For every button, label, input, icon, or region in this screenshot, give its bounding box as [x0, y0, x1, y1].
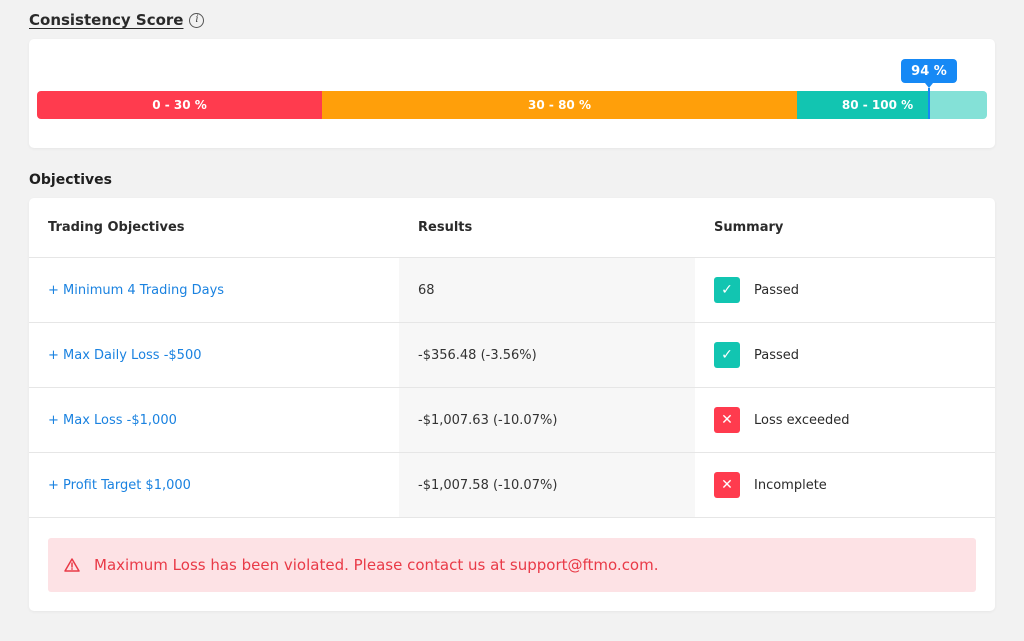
objective-link[interactable]: + Minimum 4 Trading Days [48, 283, 224, 298]
summary-text: Loss exceeded [754, 412, 850, 428]
info-icon[interactable]: i [189, 12, 205, 28]
objective-link[interactable]: + Profit Target $1,000 [48, 478, 191, 493]
check-icon: ✓ [714, 342, 740, 368]
consistency-score-bar: 0 - 30 % 30 - 80 % 80 - 100 % [37, 91, 987, 119]
result-value: 68 [418, 282, 435, 298]
result-value: -$356.48 (-3.56%) [418, 347, 537, 363]
segment-low-label: 0 - 30 % [152, 98, 207, 112]
header-objectives: Trading Objectives [48, 220, 185, 235]
consistency-score-card: 0 - 30 % 30 - 80 % 80 - 100 % 94 % [29, 39, 995, 148]
table-row: + Max Loss -$1,000 -$1,007.63 (-10.07%) … [29, 388, 995, 453]
summary-text: Passed [754, 282, 800, 298]
header-results: Results [418, 220, 473, 235]
objectives-title: Objectives [29, 172, 112, 188]
check-icon: ✓ [714, 277, 740, 303]
segment-mid-label: 30 - 80 % [528, 98, 591, 112]
score-badge: 94 % [901, 59, 957, 88]
segment-high-label: 80 - 100 % [841, 98, 914, 112]
consistency-score-title[interactable]: Consistency Score [29, 11, 183, 29]
header-summary: Summary [714, 220, 784, 235]
summary-status: ✕ Incomplete [714, 472, 827, 498]
segment-mid: 30 - 80 % [322, 91, 797, 119]
summary-text: Incomplete [754, 477, 827, 493]
table-row: + Minimum 4 Trading Days 68 ✓ Passed [29, 258, 995, 323]
result-value: -$1,007.63 (-10.07%) [418, 412, 558, 428]
score-marker-line [928, 88, 930, 119]
segment-high: 80 - 100 % [797, 91, 987, 119]
summary-status: ✓ Passed [714, 342, 799, 368]
objectives-card: Trading Objectives Results Summary + Min… [29, 198, 995, 611]
objectives-table: Trading Objectives Results Summary + Min… [29, 198, 995, 518]
table-header: Trading Objectives Results Summary [29, 198, 995, 258]
alert-text: Maximum Loss has been violated. Please c… [94, 556, 659, 574]
table-row: + Profit Target $1,000 -$1,007.58 (-10.0… [29, 453, 995, 518]
result-value: -$1,007.58 (-10.07%) [418, 477, 558, 493]
warning-icon [64, 557, 80, 573]
page: Consistency Score i 0 - 30 % 30 - 80 % 8… [0, 0, 1024, 641]
x-icon: ✕ [714, 472, 740, 498]
x-icon: ✕ [714, 407, 740, 433]
consistency-score-header: Consistency Score i [29, 11, 205, 29]
summary-text: Passed [754, 347, 800, 363]
table-row: + Max Daily Loss -$500 -$356.48 (-3.56%)… [29, 323, 995, 388]
violation-alert: Maximum Loss has been violated. Please c… [48, 538, 976, 592]
objective-link[interactable]: + Max Daily Loss -$500 [48, 348, 201, 363]
segment-low: 0 - 30 % [37, 91, 322, 119]
objective-link[interactable]: + Max Loss -$1,000 [48, 413, 177, 428]
summary-status: ✓ Passed [714, 277, 799, 303]
summary-status: ✕ Loss exceeded [714, 407, 850, 433]
